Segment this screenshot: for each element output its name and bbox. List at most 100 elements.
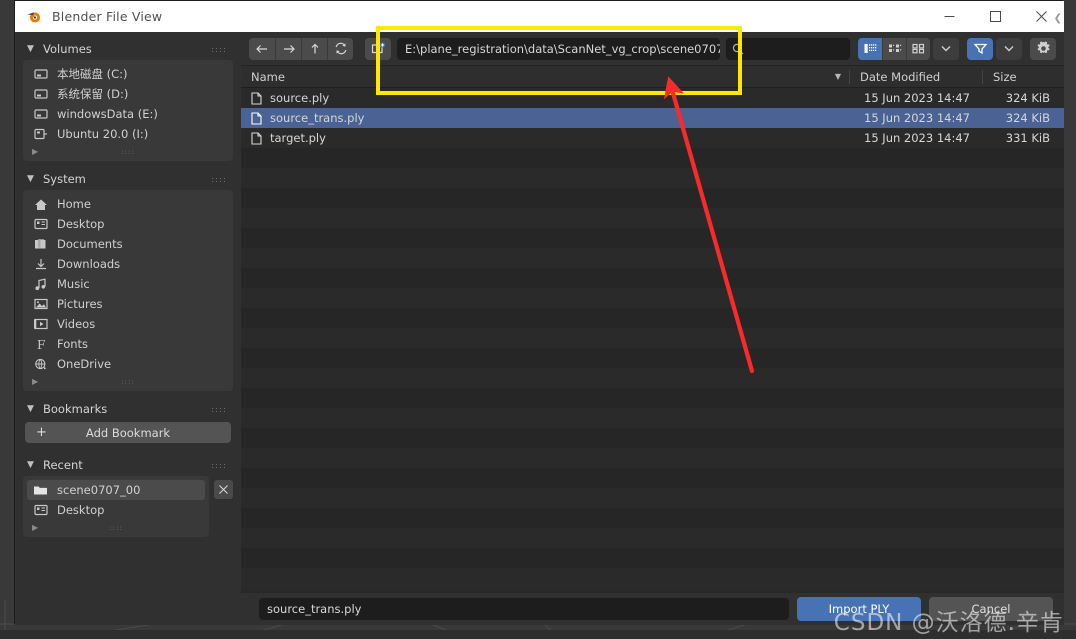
desktop-icon	[32, 503, 49, 517]
view-mode-group	[858, 37, 930, 60]
search-input[interactable]	[726, 37, 850, 60]
parent-directory-button[interactable]	[301, 37, 327, 60]
file-browser-pane: E:\plane_registration\data\ScanNet_vg_cr…	[241, 13, 1064, 593]
maximize-button[interactable]	[972, 1, 1018, 32]
sidebar-item-ubuntu-i[interactable]: Ubuntu 20.0 (I:)	[27, 124, 229, 144]
list-view-icon[interactable]	[858, 37, 882, 60]
drive-icon	[32, 107, 49, 121]
settings-button[interactable]	[1030, 37, 1056, 60]
home-icon	[32, 197, 49, 211]
sidebar-item-system-reserved-d[interactable]: 系统保留 (D:)	[27, 84, 229, 104]
image-icon	[32, 297, 49, 311]
recent-expand-row[interactable]: ▶ ::::	[27, 520, 205, 535]
system-expand-row[interactable]: ▶ ::::	[27, 374, 229, 389]
filter-toggle-button[interactable]	[967, 37, 993, 60]
row-stripe	[241, 268, 1064, 288]
navigation-button-group	[249, 37, 353, 60]
file-icon	[251, 111, 262, 125]
sidebar-item-onedrive[interactable]: OneDrive	[27, 354, 229, 374]
panel-recent-body: scene0707_00 Desktop ▶ ::::	[23, 476, 233, 537]
sidebar: ▼ Volumes :::: 本地磁盘 (C:) 系统保留 (D:) windo…	[15, 32, 241, 593]
filter-funnel-icon	[973, 43, 987, 55]
panel-volumes-header[interactable]: ▼ Volumes ::::	[23, 38, 233, 60]
row-stripe	[241, 528, 1064, 548]
back-button[interactable]	[249, 37, 275, 60]
panel-system: ▼ System :::: Home Desktop Documents Dow…	[23, 168, 233, 391]
file-icon	[251, 91, 262, 105]
filter-options-dropdown[interactable]	[996, 37, 1022, 60]
row-stripe	[241, 408, 1064, 428]
row-stripe	[241, 168, 1064, 188]
new-folder-button[interactable]	[365, 37, 391, 60]
column-header-name[interactable]: Name	[241, 70, 827, 84]
documents-icon	[32, 237, 49, 251]
panel-recent-header[interactable]: ▼ Recent ::::	[23, 454, 233, 476]
add-bookmark-label: Add Bookmark	[85, 425, 171, 440]
volumes-expand-row[interactable]: ▶ ::::	[27, 144, 229, 159]
sidebar-item-videos[interactable]: Videos	[27, 314, 229, 334]
expand-triangle-icon: ▶	[32, 523, 39, 532]
file-size-cell: 324 KiB	[1005, 111, 1050, 125]
panel-bookmarks: ▼ Bookmarks :::: + Add Bookmark	[23, 398, 233, 447]
cancel-button[interactable]: Cancel	[929, 597, 1053, 621]
table-row[interactable]: source_trans.ply 15 Jun 2023 14:47 324 K…	[241, 108, 1064, 128]
sidebar-item-home[interactable]: Home	[27, 194, 229, 214]
import-ply-button[interactable]: Import PLY	[797, 597, 921, 621]
filename-input[interactable]: source_trans.ply	[259, 598, 789, 620]
column-header-date-modified[interactable]: Date Modified	[849, 69, 982, 84]
gear-icon	[1037, 41, 1050, 54]
forward-button[interactable]	[275, 37, 301, 60]
usb-drive-icon	[32, 127, 49, 141]
sidebar-item-label: scene0707_00	[57, 483, 141, 497]
remove-recent-button[interactable]	[214, 480, 233, 499]
sidebar-item-label: Videos	[57, 317, 96, 331]
add-bookmark-button[interactable]: + Add Bookmark	[25, 422, 231, 443]
row-stripe	[241, 388, 1064, 408]
sidebar-item-recent-desktop[interactable]: Desktop	[27, 500, 205, 520]
detail-view-icon[interactable]	[882, 37, 906, 60]
drive-icon	[32, 87, 49, 101]
chevron-down-icon	[941, 46, 951, 52]
dialog-body: ▼ Volumes :::: 本地磁盘 (C:) 系统保留 (D:) windo…	[15, 13, 1064, 625]
close-icon	[219, 485, 228, 494]
panel-volumes: ▼ Volumes :::: 本地磁盘 (C:) 系统保留 (D:) windo…	[23, 38, 233, 161]
sidebar-item-pictures[interactable]: Pictures	[27, 294, 229, 314]
panel-volumes-title: Volumes	[43, 42, 92, 56]
window-titlebar[interactable]: Blender File View	[15, 1, 1064, 32]
sidebar-item-downloads[interactable]: Downloads	[27, 254, 229, 274]
grip-icon: ::::	[121, 377, 135, 386]
table-row[interactable]: target.ply 15 Jun 2023 14:47 331 KiB	[241, 128, 1064, 148]
panel-bookmarks-title: Bookmarks	[43, 402, 108, 416]
row-stripe	[241, 468, 1064, 488]
sidebar-item-documents[interactable]: Documents	[27, 234, 229, 254]
chevron-down-icon: ▼	[27, 403, 34, 414]
minimize-button[interactable]	[926, 1, 972, 32]
table-row[interactable]: source.ply 15 Jun 2023 14:47 324 KiB	[241, 88, 1064, 108]
panel-system-title: System	[43, 172, 86, 186]
sidebar-item-music[interactable]: Music	[27, 274, 229, 294]
sidebar-item-desktop[interactable]: Desktop	[27, 214, 229, 234]
music-note-icon	[32, 277, 49, 291]
file-name-cell: source_trans.ply	[241, 111, 827, 125]
sidebar-item-recent-scene0707-00[interactable]: scene0707_00	[27, 480, 205, 500]
sidebar-item-local-disk-c[interactable]: 本地磁盘 (C:)	[27, 64, 229, 84]
display-options-dropdown[interactable]	[933, 37, 959, 60]
grid-view-icon[interactable]	[906, 37, 930, 60]
file-name-cell: target.ply	[241, 131, 827, 145]
panel-system-body: Home Desktop Documents Downloads Music P…	[23, 190, 233, 391]
path-input[interactable]: E:\plane_registration\data\ScanNet_vg_cr…	[397, 37, 720, 60]
video-icon	[32, 317, 49, 331]
font-icon: F	[32, 337, 49, 351]
sort-descending-icon[interactable]: ▼	[827, 72, 849, 81]
search-icon	[732, 43, 744, 54]
panel-bookmarks-header[interactable]: ▼ Bookmarks ::::	[23, 398, 233, 420]
row-stripe	[241, 348, 1064, 368]
refresh-button[interactable]	[327, 37, 353, 60]
sidebar-item-windowsdata-e[interactable]: windowsData (E:)	[27, 104, 229, 124]
row-stripe	[241, 188, 1064, 208]
sidebar-item-fonts[interactable]: F Fonts	[27, 334, 229, 354]
column-header-size[interactable]: Size	[982, 69, 1064, 84]
collapse-left-icon[interactable]: ❮	[1054, 13, 1062, 24]
panel-system-header[interactable]: ▼ System ::::	[23, 168, 233, 190]
row-stripe	[241, 448, 1064, 468]
